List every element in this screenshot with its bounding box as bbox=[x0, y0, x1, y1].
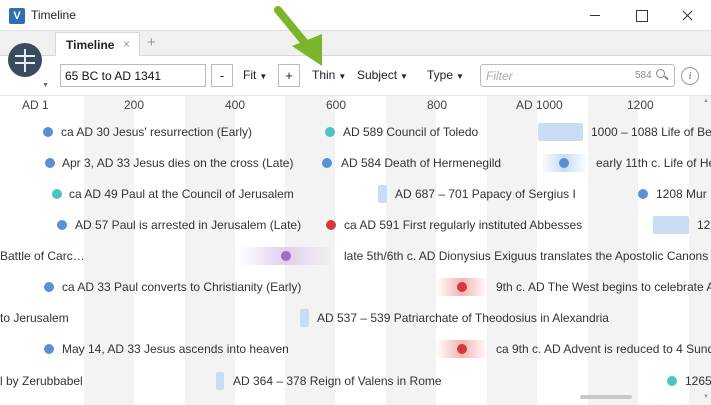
event-span-bar[interactable] bbox=[653, 216, 689, 234]
event-label[interactable]: Battle of Carc… bbox=[0, 249, 85, 263]
event-label[interactable]: ca AD 49 Paul at the Council of Jerusale… bbox=[69, 187, 294, 201]
search-icon[interactable] bbox=[656, 69, 665, 78]
event-label[interactable]: early 11th c. Life of He bbox=[596, 156, 711, 170]
event-marker[interactable] bbox=[457, 344, 467, 354]
axis-tick-label: 600 bbox=[326, 98, 347, 112]
century-band bbox=[185, 96, 235, 405]
thin-label: Thin bbox=[312, 68, 336, 82]
add-tab-button[interactable]: + bbox=[147, 34, 156, 51]
event-marker[interactable] bbox=[52, 189, 62, 199]
tab-strip: Timeline × + bbox=[0, 31, 711, 57]
event-marker[interactable] bbox=[457, 282, 467, 292]
event-marker[interactable] bbox=[559, 158, 569, 168]
scroll-down-icon[interactable]: ▼ bbox=[703, 394, 709, 400]
event-marker[interactable] bbox=[57, 220, 67, 230]
guide-menu-caret-icon[interactable]: ▼ bbox=[42, 82, 49, 89]
type-dropdown[interactable]: Type ▼ bbox=[427, 68, 464, 82]
event-marker[interactable] bbox=[322, 158, 332, 168]
event-marker[interactable] bbox=[326, 220, 336, 230]
event-marker[interactable] bbox=[43, 127, 53, 137]
event-label[interactable]: AD 57 Paul is arrested in Jerusalem (Lat… bbox=[75, 218, 301, 232]
scroll-up-icon[interactable]: ▲ bbox=[703, 98, 709, 104]
event-span-bar[interactable] bbox=[300, 309, 309, 327]
horizontal-scrollbar[interactable] bbox=[580, 395, 632, 399]
axis-tick-label: 1200 bbox=[627, 98, 654, 112]
event-marker[interactable] bbox=[667, 376, 677, 386]
event-span-bar[interactable] bbox=[378, 185, 387, 203]
event-label[interactable]: May 14, AD 33 Jesus ascends into heaven bbox=[62, 342, 289, 356]
event-label[interactable]: ca AD 30 Jesus' resurrection (Early) bbox=[61, 125, 252, 139]
event-label[interactable]: to Jerusalem bbox=[0, 311, 69, 325]
event-span-bar[interactable] bbox=[216, 372, 224, 390]
logos-icon: V bbox=[9, 8, 25, 24]
axis-tick-label: AD 1 bbox=[22, 98, 49, 112]
filter-count: 584 bbox=[635, 70, 652, 81]
tab-label: Timeline bbox=[66, 38, 115, 52]
zoom-out-button[interactable]: - bbox=[211, 64, 233, 87]
event-marker[interactable] bbox=[281, 251, 291, 261]
event-label[interactable]: ca AD 33 Paul converts to Christianity (… bbox=[62, 280, 301, 294]
tab-close-icon[interactable]: × bbox=[123, 37, 130, 51]
event-marker[interactable] bbox=[44, 282, 54, 292]
event-marker[interactable] bbox=[44, 344, 54, 354]
type-label: Type bbox=[427, 68, 454, 82]
event-label[interactable]: AD 537 – 539 Patriarchate of Theodosius … bbox=[317, 311, 609, 325]
event-label[interactable]: 1000 – 1088 Life of Bere bbox=[591, 125, 711, 139]
green-arrow-icon bbox=[274, 6, 322, 66]
chevron-down-icon: ▼ bbox=[338, 72, 347, 81]
event-label[interactable]: 1208 Mur bbox=[656, 187, 707, 201]
event-marker[interactable] bbox=[325, 127, 335, 137]
guide-menu-icon[interactable] bbox=[8, 43, 42, 77]
range-input[interactable] bbox=[60, 64, 206, 87]
event-label[interactable]: AD 589 Council of Toledo bbox=[343, 125, 478, 139]
event-marker[interactable] bbox=[45, 158, 55, 168]
axis-tick-label: 200 bbox=[124, 98, 145, 112]
event-label[interactable]: ca AD 591 First regularly instituted Abb… bbox=[344, 218, 582, 232]
chevron-down-icon: ▼ bbox=[400, 72, 408, 81]
filter-placeholder: Filter bbox=[486, 69, 513, 83]
maximize-button[interactable] bbox=[618, 0, 664, 31]
filter-input[interactable]: Filter 584 bbox=[480, 64, 675, 87]
event-label[interactable]: 12 bbox=[697, 218, 710, 232]
tab-timeline[interactable]: Timeline × bbox=[55, 32, 140, 57]
event-label[interactable]: Apr 3, AD 33 Jesus dies on the cross (La… bbox=[62, 156, 293, 170]
event-label[interactable]: late 5th/6th c. AD Dionysius Exiguus tra… bbox=[344, 249, 711, 263]
axis-tick-label: AD 1000 bbox=[516, 98, 563, 112]
axis-tick-label: 400 bbox=[225, 98, 246, 112]
event-label[interactable]: ca 9th c. AD Advent is reduced to 4 Sund bbox=[496, 342, 711, 356]
event-label[interactable]: AD 687 – 701 Papacy of Sergius I bbox=[395, 187, 576, 201]
fit-dropdown[interactable]: Fit ▼ bbox=[243, 68, 267, 82]
event-label[interactable]: l by Zerubbabel bbox=[0, 374, 83, 388]
century-band bbox=[84, 96, 134, 405]
event-label[interactable]: 9th c. AD The West begins to celebrate A bbox=[496, 280, 711, 294]
info-icon[interactable]: i bbox=[681, 67, 699, 85]
chevron-down-icon: ▼ bbox=[456, 72, 464, 81]
thin-dropdown[interactable]: Thin ▼ bbox=[312, 68, 346, 82]
close-window-button[interactable] bbox=[664, 0, 710, 31]
event-span-bar[interactable] bbox=[538, 123, 583, 141]
minimize-button[interactable] bbox=[572, 0, 618, 31]
event-label[interactable]: AD 584 Death of Hermenegild bbox=[341, 156, 501, 170]
title-bar: V Timeline bbox=[0, 0, 711, 31]
window-title: Timeline bbox=[31, 8, 76, 22]
event-label[interactable]: AD 364 – 378 Reign of Valens in Rome bbox=[233, 374, 442, 388]
chevron-down-icon: ▼ bbox=[259, 72, 268, 81]
event-label[interactable]: 1265 bbox=[685, 374, 711, 388]
fit-label: Fit bbox=[243, 68, 257, 82]
subject-label: Subject bbox=[357, 68, 398, 82]
event-marker[interactable] bbox=[638, 189, 648, 199]
timeline-canvas[interactable]: AD 1 200 400 600 800 AD 1000 1200 ca AD … bbox=[0, 96, 711, 405]
axis-tick-label: 800 bbox=[427, 98, 448, 112]
subject-dropdown[interactable]: Subject ▼ bbox=[357, 68, 408, 82]
